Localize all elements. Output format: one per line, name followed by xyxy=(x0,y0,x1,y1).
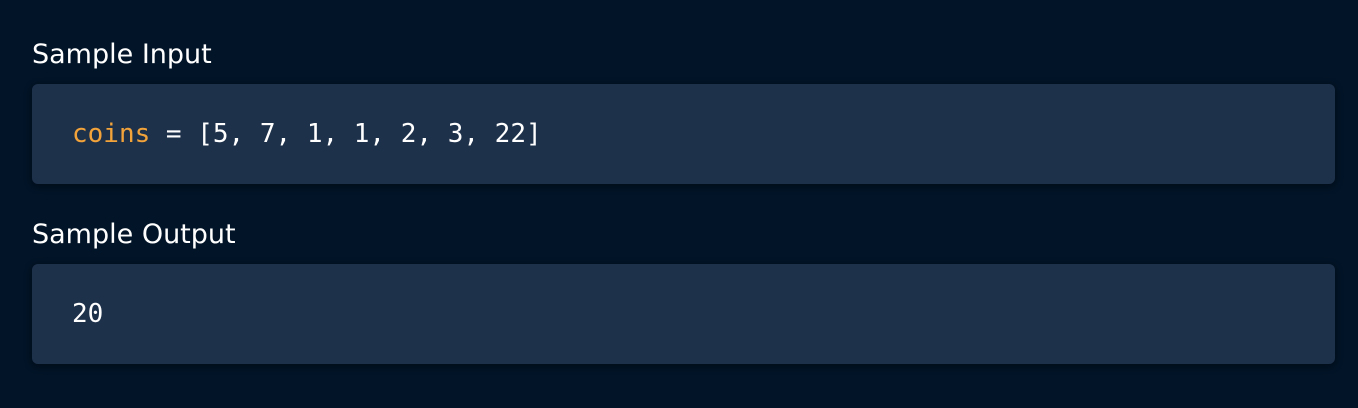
sample-io-panel: Sample Input coins = [5, 7, 1, 1, 2, 3, … xyxy=(0,0,1358,408)
code-assignment-operator: = xyxy=(150,119,198,149)
code-variable-name: coins xyxy=(72,119,151,149)
output-value: 20 xyxy=(72,299,104,329)
sample-input-code-block: coins = [5, 7, 1, 1, 2, 3, 22] xyxy=(32,84,1335,184)
sample-output-title: Sample Output xyxy=(32,219,236,250)
code-array-value: [5, 7, 1, 1, 2, 3, 22] xyxy=(197,119,542,149)
sample-output-code-block: 20 xyxy=(32,264,1335,364)
sample-input-title: Sample Input xyxy=(32,39,212,70)
